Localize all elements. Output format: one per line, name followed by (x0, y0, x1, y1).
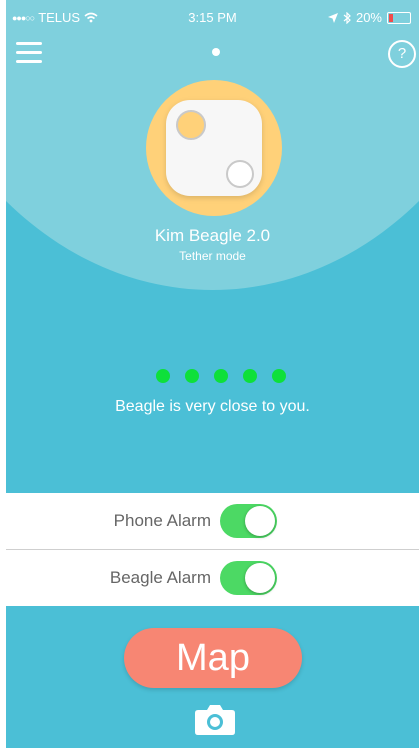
battery-level-fill (389, 13, 393, 22)
status-bar: ●●●○○ TELUS 3:15 PM 20% (6, 0, 419, 36)
beagle-alarm-toggle[interactable] (220, 561, 277, 595)
signal-dot (243, 369, 257, 383)
phone-alarm-label: Phone Alarm (113, 511, 211, 530)
battery-percent: 20% (355, 10, 382, 25)
bluetooth-icon (343, 11, 351, 24)
menu-icon-bar (16, 51, 42, 54)
toggle-knob (245, 563, 275, 593)
signal-dot (185, 369, 199, 383)
phone-alarm-row: Phone Alarm (6, 493, 419, 549)
beagle-device-icon (166, 100, 262, 196)
signal-dot (272, 369, 286, 383)
signal-dot (156, 369, 170, 383)
proximity-message: Beagle is very close to you. (115, 398, 310, 415)
status-right: 20% (327, 10, 411, 25)
location-arrow-icon (327, 12, 338, 23)
signal-strength-indicator (156, 369, 286, 383)
device-hole-icon (226, 160, 254, 188)
device-mode: Tether mode (179, 249, 246, 263)
beagle-alarm-row: Beagle Alarm (6, 549, 419, 606)
battery-icon (387, 11, 411, 24)
app-screen: ●●●○○ TELUS 3:15 PM 20% ? Kim Beagle 2.0… (6, 0, 419, 748)
device-avatar[interactable] (146, 80, 282, 216)
map-button[interactable]: Map (124, 628, 302, 688)
camera-icon[interactable] (194, 702, 236, 736)
device-name: Kim Beagle 2.0 (154, 226, 271, 245)
menu-icon-bar (16, 60, 42, 63)
phone-alarm-toggle[interactable] (220, 504, 277, 538)
signal-dot (214, 369, 228, 383)
page-indicator-dot (212, 48, 220, 56)
device-button-icon (176, 110, 206, 140)
beagle-alarm-label: Beagle Alarm (109, 568, 211, 587)
help-button[interactable]: ? (388, 40, 416, 68)
toggle-knob (245, 506, 275, 536)
menu-icon-bar (16, 42, 42, 45)
menu-button[interactable] (16, 42, 42, 64)
